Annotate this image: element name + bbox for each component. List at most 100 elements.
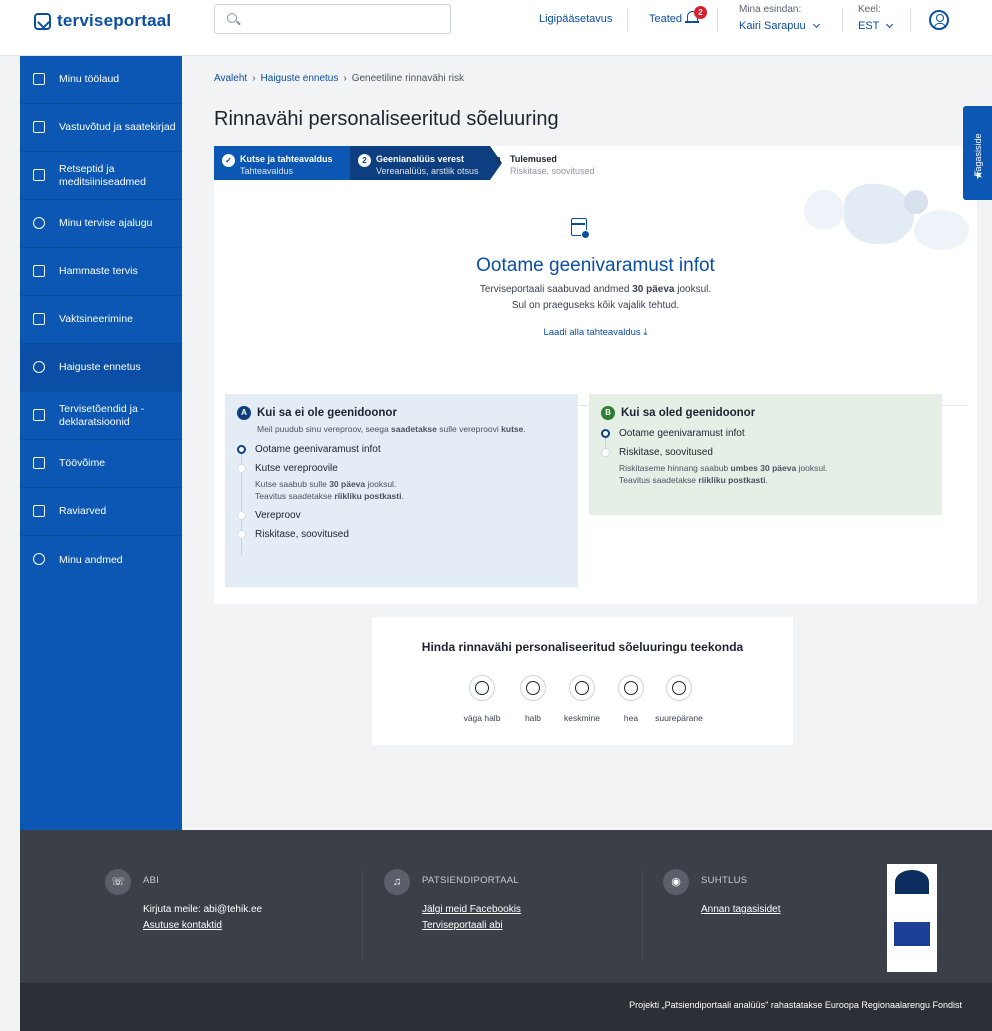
contacts-link[interactable]: Asutuse kontaktid — [143, 920, 262, 931]
smile-face-icon — [624, 681, 638, 695]
rating-average-button[interactable] — [569, 675, 595, 701]
breadcrumb-section[interactable]: Haiguste ennetus — [261, 73, 339, 84]
text: Meil puudub sinu vereproov, seega — [257, 424, 392, 434]
step-title: Geenianalüüs verest — [376, 154, 465, 164]
decorative-shape — [904, 190, 928, 214]
sidebar-item-prevention[interactable]: Haiguste ennetus — [20, 344, 182, 392]
step-gene-analysis[interactable]: 2 Geenianalüüs verest Vereanalüüs, arstl… — [350, 146, 502, 180]
sidebar-item-invoices[interactable]: Raviarved — [20, 488, 182, 536]
breadcrumb-home[interactable]: Avaleht — [214, 73, 247, 84]
text: Kutse saabub sulle — [255, 479, 330, 489]
rating-excellent-button[interactable] — [666, 675, 692, 701]
panel-badge: A — [237, 406, 251, 420]
bold-text: 30 päeva — [329, 479, 366, 489]
rating-widget: Hinda rinnavähi personaliseeritud sõeluu… — [372, 617, 793, 745]
timeline: Ootame geenivaramust infot Kutse verepro… — [237, 444, 566, 555]
timeline-note: Kutse saabub sulle 30 päeva jooksul. Tea… — [255, 478, 566, 502]
text: . — [765, 475, 768, 485]
search-icon — [227, 13, 237, 23]
funding-text: Projekti „Patsiendiportaali analüüs" rah… — [629, 1000, 962, 1010]
rating-title: Hinda rinnavähi personaliseeritud sõeluu… — [421, 640, 744, 654]
bold-text: saadetakse — [391, 424, 437, 434]
footer-portal: ♫ PATSIENDIPORTAAL Jälgi meid Facebookis… — [384, 869, 521, 931]
text: Terviseportaali saabuvad andmed — [479, 284, 633, 295]
notifications-link[interactable]: Teated — [649, 13, 682, 25]
search-input[interactable] — [245, 9, 445, 29]
timeline-label: Kutse vereproovile — [255, 463, 338, 474]
footer-heading: ABI — [143, 875, 160, 886]
sidebar-item-label: Töövõime — [59, 457, 106, 469]
decorative-shape — [914, 210, 969, 250]
sidebar-item-label: Hammaste tervis — [59, 265, 138, 277]
rating-label: suurepärane — [655, 713, 703, 723]
check-icon: ✓ — [222, 154, 235, 167]
panel-badge: B — [601, 406, 615, 420]
page-title: Rinnavähi personaliseeritud sõeluuring — [214, 108, 559, 130]
header-divider — [627, 8, 628, 32]
eu-flag-logo — [894, 922, 930, 946]
representing-select[interactable]: Kairi Sarapuu — [739, 20, 820, 32]
footer-divider — [362, 870, 363, 960]
rating-very-bad-button[interactable] — [469, 675, 495, 701]
logo-text: terviseportaal — [57, 11, 172, 30]
step-number: 2 — [358, 154, 371, 167]
sidebar-item-label: Vaktsineerimine — [59, 313, 133, 325]
text: . — [401, 491, 404, 501]
sidebar-item-appointments[interactable]: Vastuvõtud ja saatekirjad — [20, 104, 182, 152]
status-title: Ootame geenivaramust infot — [476, 255, 715, 276]
sidebar-item-label: Vastuvõtud ja saatekirjad — [59, 121, 176, 133]
feedback-link[interactable]: Annan tagasisidet — [701, 904, 781, 915]
timeline-note: Riskitaseme hinnang saabub umbes 30 päev… — [619, 462, 930, 486]
bold-text: kutse — [501, 424, 524, 434]
search-box[interactable] — [214, 4, 451, 34]
text: jooksul. — [796, 463, 828, 473]
step-dot-icon — [237, 464, 246, 473]
text: jooksul. — [674, 284, 712, 295]
sidebar-item-label: Haiguste ennetus — [59, 361, 141, 373]
download-consent-link[interactable]: Laadi alla tahteavaldus ⤓ — [214, 327, 977, 338]
chevron-down-icon — [812, 20, 820, 29]
status-card: Ootame geenivaramust infot Terviseportaa… — [214, 180, 977, 604]
top-header: terviseportaal Ligipääsetavus Teated 2 M… — [0, 0, 992, 56]
feedback-tab[interactable]: Tagasiside ★ — [963, 106, 992, 200]
big-smile-face-icon — [672, 681, 686, 695]
representing-label: Mina esindan: — [739, 4, 802, 15]
card-icon — [33, 505, 45, 517]
sidebar-item-health-history[interactable]: Minu tervise ajalugu — [20, 200, 182, 248]
timeline: Ootame geenivaramust infot Riskitase, so… — [601, 428, 930, 486]
sidebar-item-my-data[interactable]: Minu andmed — [20, 536, 182, 584]
very-sad-face-icon — [475, 681, 489, 695]
user-profile-icon[interactable] — [929, 10, 949, 30]
sidebar-item-label: Minu andmed — [59, 553, 123, 566]
timeline-label: Riskitase, soovitused — [255, 529, 349, 540]
step-dot-icon — [237, 511, 246, 520]
portal-help-link[interactable]: Terviseportaali abi — [422, 920, 521, 931]
timeline-step: Vereproov — [237, 510, 566, 521]
step-consent[interactable]: ✓ Kutse ja tahteavaldus Tahteavaldus — [214, 146, 350, 180]
sidebar-item-vaccination[interactable]: Vaktsineerimine — [20, 296, 182, 344]
tooth-icon — [33, 265, 45, 277]
status-line-1: Terviseportaali saabuvad andmed 30 päeva… — [214, 284, 977, 295]
facebook-link[interactable]: Jälgi meid Facebookis — [422, 904, 521, 915]
accessibility-link[interactable]: Ligipääsetavus — [539, 13, 612, 25]
footer: ☏ ABI Kirjuta meile: abi@tehik.ee Asutus… — [20, 830, 992, 983]
bold-text: 30 päeva — [632, 284, 675, 295]
note-line: Riskitaseme hinnang saabub umbes 30 päev… — [619, 462, 930, 474]
sidebar-item-dashboard[interactable]: Minu töölaud — [20, 56, 182, 104]
bold-text: umbes 30 päeva — [730, 463, 797, 473]
timeline-step: Ootame geenivaramust infot — [601, 428, 930, 439]
terviseportaal-logo[interactable]: terviseportaal — [34, 11, 171, 31]
rating-bad-button[interactable] — [520, 675, 546, 701]
step-dot-icon — [601, 448, 610, 457]
sidebar-item-work-ability[interactable]: Töövõime — [20, 440, 182, 488]
prescription-icon — [33, 169, 45, 181]
rating-good-button[interactable] — [618, 675, 644, 701]
step-subtitle: Vereanalüüs, arstlik otsus — [376, 166, 479, 176]
language-select[interactable]: EST — [858, 20, 894, 32]
logo-icon — [34, 12, 51, 30]
sidebar-item-prescriptions[interactable]: Retseptid ja meditsiiniseadmed — [20, 152, 182, 200]
sidebar-item-dental[interactable]: Hammaste tervis — [20, 248, 182, 296]
language-value: EST — [858, 20, 880, 32]
neutral-face-icon — [575, 681, 589, 695]
sidebar-item-certificates[interactable]: Tervisetõendid ja -deklaratsioonid — [20, 392, 182, 440]
